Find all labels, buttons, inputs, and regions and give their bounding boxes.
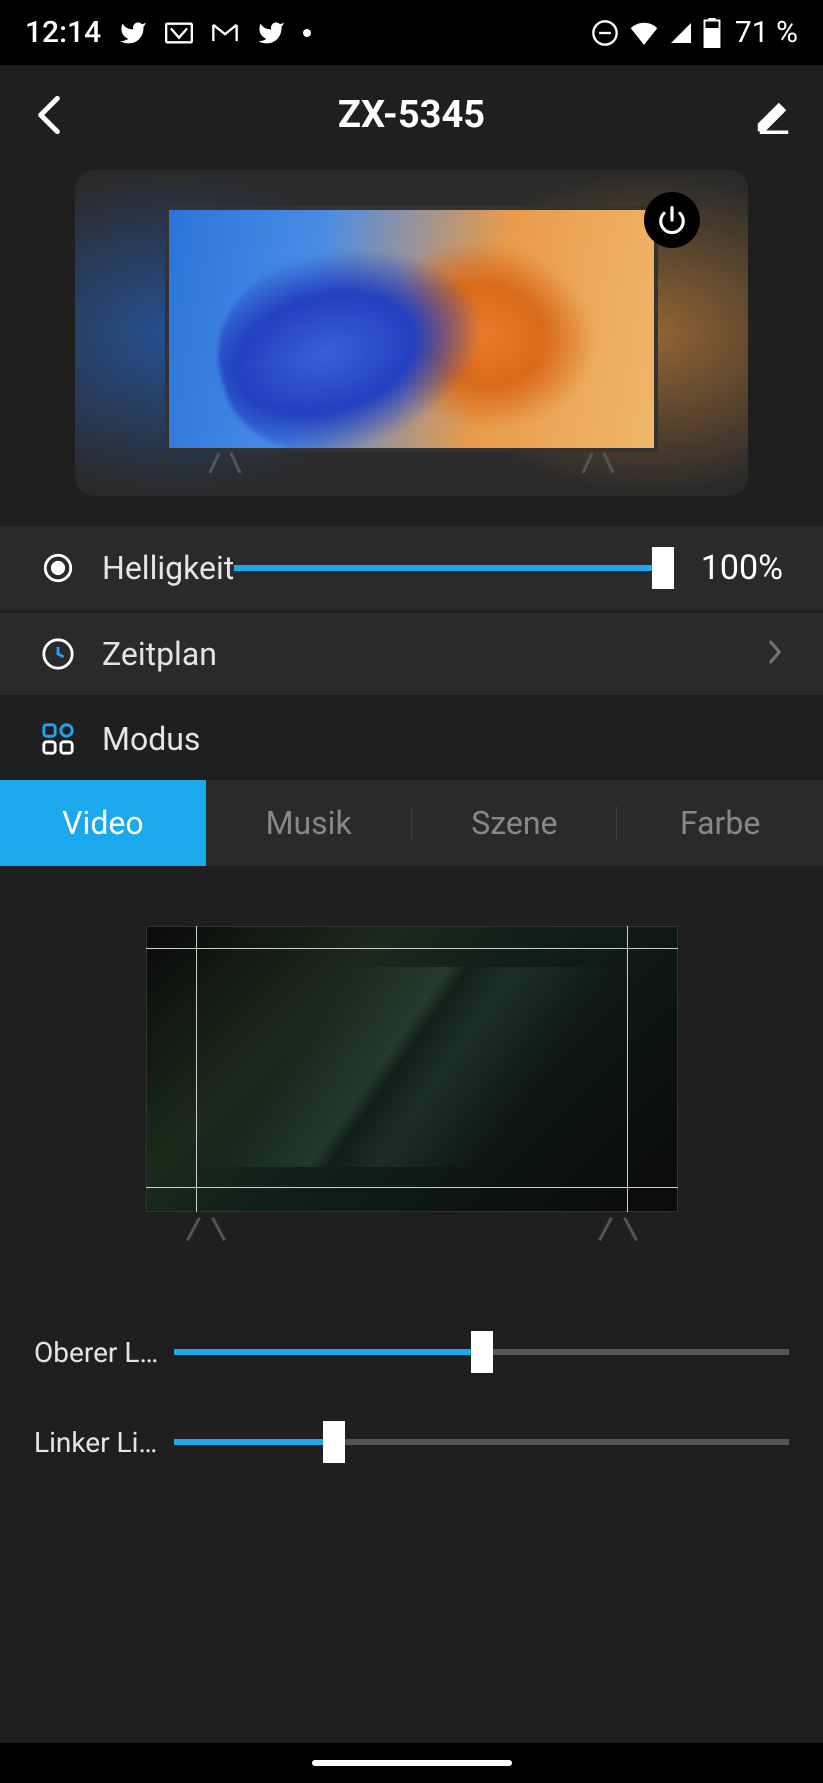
- signal-icon: [669, 21, 693, 45]
- mode-label: Modus: [102, 720, 200, 758]
- tab-music[interactable]: Musik: [206, 780, 412, 866]
- wifi-icon: [629, 21, 659, 45]
- left-light-label: Linker Li…: [34, 1426, 164, 1459]
- battery-text: 71 %: [735, 15, 798, 50]
- top-light-label: Oberer Li…: [34, 1336, 164, 1369]
- brightness-label: Helligkeit: [102, 549, 234, 587]
- mode-tabs: Video Musik Szene Farbe: [0, 780, 823, 866]
- cast-icon: [165, 22, 193, 44]
- battery-icon: [703, 18, 721, 48]
- mode-section: Modus: [0, 698, 823, 780]
- brightness-section: Helligkeit 100%: [0, 526, 823, 610]
- top-light-slider[interactable]: [174, 1332, 789, 1372]
- status-time: 12:14: [25, 15, 101, 50]
- notification-dot-icon: [303, 29, 311, 37]
- twitter-icon: [119, 19, 147, 47]
- video-tv-preview: [146, 926, 678, 1242]
- back-button[interactable]: [25, 91, 73, 139]
- brightness-icon: [40, 550, 76, 586]
- tv-screen: [165, 206, 658, 452]
- page-title: ZX-5345: [338, 93, 485, 137]
- status-bar: 12:14 71 %: [0, 0, 823, 65]
- left-light-row: Linker Li…: [0, 1422, 823, 1462]
- dnd-icon: [591, 19, 619, 47]
- edit-button[interactable]: [750, 91, 798, 139]
- tab-video[interactable]: Video: [0, 780, 206, 866]
- left-light-slider[interactable]: [174, 1422, 789, 1462]
- app-header: ZX-5345: [0, 65, 823, 165]
- schedule-row[interactable]: Zeitplan: [0, 613, 823, 695]
- clock-icon: [40, 636, 76, 672]
- video-settings: Oberer Li… Linker Li…: [0, 866, 823, 1743]
- brightness-slider[interactable]: [234, 550, 663, 586]
- top-light-row: Oberer Li…: [0, 1332, 823, 1372]
- chevron-right-icon: [767, 639, 783, 669]
- gmail-icon: [211, 22, 239, 44]
- power-button[interactable]: [644, 192, 700, 248]
- tab-scene[interactable]: Szene: [412, 780, 618, 866]
- home-indicator[interactable]: [312, 1760, 512, 1766]
- schedule-label: Zeitplan: [102, 635, 217, 673]
- brightness-value: 100%: [683, 548, 783, 588]
- tab-color[interactable]: Farbe: [617, 780, 823, 866]
- navigation-bar[interactable]: [0, 1743, 823, 1783]
- twitter-icon: [257, 19, 285, 47]
- mode-icon: [40, 721, 76, 757]
- tv-preview: [75, 170, 748, 496]
